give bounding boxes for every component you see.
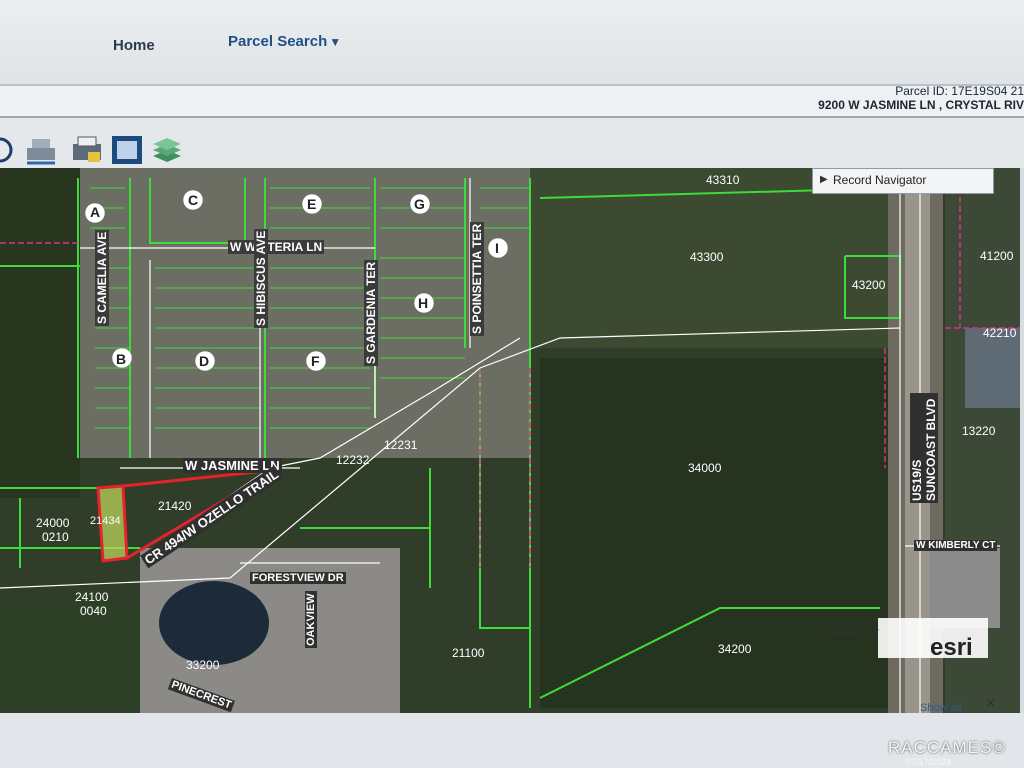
parcel-label: 12231 [384,438,418,452]
date-stamp: 07/17/2024 [906,757,952,767]
street-label-us19: US19/S SUNCOAST BLVD [910,393,938,503]
parcel-label: 21420 [158,499,192,513]
street-label-camelia: S CAMELIA AVE [95,229,109,326]
block-label-c: C [188,192,199,208]
powered-by-text: POWERED BY [818,628,880,638]
parcel-search-label: Parcel Search [228,33,328,50]
street-label-forestview: FORESTVIEW DR [250,572,346,584]
street-label-wisteria: W WISTERIA LN [228,240,325,254]
parcel-label: 34000 [688,461,722,475]
block-label-i: I [495,240,499,256]
esri-logo: esri [930,634,973,661]
parcel-label: 34200 [718,642,752,656]
block-label-d: D [199,353,210,369]
top-navigation: Home Parcel Search ▼ [0,0,1024,86]
street-label-hibiscus: S HIBISCUS AVE [254,228,268,328]
layers-icon[interactable] [150,134,184,166]
parcel-label: 33200 [186,658,220,672]
block-label-b: B [116,351,127,367]
parcel-label: 43300 [690,250,724,264]
show-all-link[interactable]: Show all [920,702,962,714]
block-label-a: A [90,204,101,220]
parcel-label: 21100 [452,646,485,660]
parcel-label: 24100 [75,590,109,604]
measure-icon[interactable] [24,134,58,166]
nav-home-link[interactable]: Home [113,37,155,54]
map-toolbar [0,118,1024,168]
block-label-g: G [414,196,425,212]
chevron-down-icon: ▼ [329,35,342,49]
street-label-kimberly: W KIMBERLY CT [914,540,998,551]
print-icon[interactable] [70,134,104,166]
bottom-panel [0,713,1024,768]
parcel-label: 41200 [980,249,1014,263]
expand-arrow-icon: ▶ [820,174,828,185]
parcel-label: 12232 [336,453,370,467]
full-extent-icon[interactable] [110,134,144,166]
parcel-address: 9200 W JASMINE LN , CRYSTAL RIV [818,98,1024,112]
parcel-info-bar: Parcel ID: 17E19S04 21 9200 W JASMINE LN… [0,84,1024,118]
parcel-label: 24000 [36,516,70,530]
street-label-oakview: OAKVIEW [305,591,317,648]
parcel-id: Parcel ID: 17E19S04 21 [895,84,1024,98]
parcel-map[interactable]: A B C D E F G H I W WISTERIA LN S CAMELI… [0,168,1020,713]
record-navigator[interactable]: ▶ Record Navigator [812,168,994,194]
record-navigator-label: Record Navigator [833,173,927,187]
reset-view-icon[interactable] [0,134,20,166]
parcel-label: 0040 [80,604,107,618]
parcel-label: 0210 [42,530,69,544]
block-label-h: H [418,295,429,311]
parcel-label: 42210 [983,326,1017,340]
street-label-gardenia: S GARDENIA TER [364,259,378,366]
parcel-label: 43200 [852,278,886,292]
parcel-label: 13220 [962,424,996,438]
selected-parcel-label[interactable]: 21434 [90,515,121,527]
block-label-e: E [307,196,317,212]
watermark: RACCAMES© [888,738,1006,757]
parcel-label: 43310 [706,173,740,187]
close-icon[interactable]: ✕ [985,695,997,712]
nav-parcel-search[interactable]: Parcel Search ▼ [228,33,341,50]
block-label-f: F [311,353,320,369]
street-label-poinsettia: S POINSETTIA TER [470,221,484,336]
